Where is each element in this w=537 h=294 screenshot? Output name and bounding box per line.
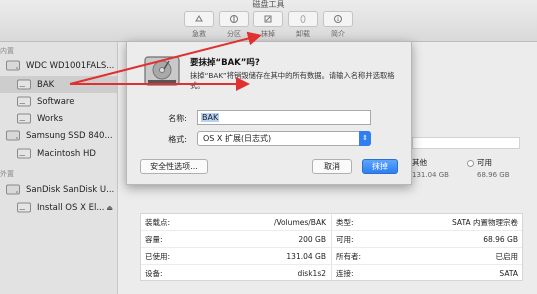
unmount-label: 卸载 [296,30,310,38]
name-field[interactable]: BAK [197,110,371,125]
info-key: 可用: [336,235,354,244]
legend-available: 可用 68.96 GB [467,157,510,179]
window-title: 磁盘工具 [252,0,285,9]
volume-icon [17,202,31,213]
hard-drive-icon [144,56,180,86]
info-label: 简介 [331,30,345,38]
info-value: 68.96 GB [483,235,518,244]
eject-icon[interactable]: ⏏ [106,204,113,212]
sidebar-item-sandisk-disk[interactable]: SanDisk SanDisk U... [0,181,117,198]
sidebar-item-software[interactable]: Software [0,93,117,110]
partition-label: 分区 [227,30,241,38]
legend-available-value: 68.96 GB [477,171,510,179]
legend-other: 其他 131.04 GB [412,157,449,179]
name-value: BAK [201,113,220,122]
info-value: /Volumes/BAK [273,218,326,227]
first-aid-button[interactable]: 急救 [184,11,214,39]
first-aid-icon [195,15,203,22]
sidebar: 内置 WDC WD1001FALS... BAK Software Works … [0,42,118,294]
first-aid-label: 急救 [192,30,206,38]
unmount-icon [300,15,306,23]
erase-label: 抹掉 [261,30,275,38]
security-options-button[interactable]: 安全性选项... [140,159,208,174]
dialog-message: 抹掉“BAK”将销毁储存在其中的所有数据。请输入名称并选取格式。 [190,71,395,90]
internal-section-header: 内置 [0,47,14,55]
chevron-updown-icon: ⇕ [359,131,371,146]
partition-button[interactable]: 分区 [219,11,249,39]
sidebar-item-label: Macintosh HD [37,148,96,159]
info-icon [334,15,342,23]
info-key: 类型: [336,218,354,227]
info-key: 连接: [336,269,354,278]
info-value: 131.04 GB [286,252,326,261]
unmount-button[interactable]: 卸载 [288,11,318,39]
legend-other-value: 131.04 GB [412,171,449,179]
erase-dialog: 要抹掉“BAK”吗? 抹掉“BAK”将销毁储存在其中的所有数据。请输入名称并选取… [126,41,412,185]
volume-icon [17,113,31,124]
erase-button[interactable]: 抹掉 [253,11,283,39]
confirm-erase-button[interactable]: 抹掉 [362,159,398,174]
info-key: 设备: [145,269,163,278]
info-button[interactable]: 简介 [323,11,353,39]
info-key: 已使用: [145,252,171,261]
info-key: 装载点: [145,218,171,227]
hard-disk-icon [6,130,20,141]
volume-icon [17,148,31,159]
usb-disk-icon [6,184,20,195]
info-value: SATA 内置物理宗卷 [452,218,518,227]
dialog-title: 要抹掉“BAK”吗? [190,58,260,68]
info-value: SATA [499,269,518,278]
format-label: 格式: [168,135,187,144]
info-value: disk1s2 [297,269,326,278]
sidebar-item-label: Software [37,96,75,107]
external-section-header: 外置 [0,170,14,178]
sidebar-item-label: WDC WD1001FALS... [26,60,115,71]
sidebar-item-label: Install OS X El... [37,202,105,213]
volume-icon [17,79,31,90]
format-select[interactable]: OS X 扩展(日志式) ⇕ [197,131,371,146]
erase-icon [264,15,272,23]
name-label: 名称: [168,114,187,123]
available-dot-icon [467,159,474,167]
info-key: 所有者: [336,252,362,261]
legend-other-label: 其他 [412,158,427,167]
sidebar-item-label: Works [37,113,63,124]
sidebar-item-label: Samsung SSD 840... [26,130,113,141]
sidebar-item-works[interactable]: Works [0,110,117,127]
volume-icon [17,96,31,107]
volume-info-table: 装载点: /Volumes/BAK 容量: 200 GB 已使用: 131.04… [140,213,523,281]
sidebar-item-samsung-disk[interactable]: Samsung SSD 840... [0,127,117,144]
info-value: 已启用 [495,252,519,261]
usage-bar [412,137,520,149]
divider [141,247,522,248]
info-value: 200 GB [298,235,326,244]
sidebar-item-macintosh-hd[interactable]: Macintosh HD [0,145,117,162]
sidebar-item-install-osx[interactable]: Install OS X El... ⏏ [0,199,117,216]
legend-available-label: 可用 [477,158,492,167]
info-key: 容量: [145,235,163,244]
sidebar-item-wdc-disk[interactable]: WDC WD1001FALS... [0,57,117,74]
toolbar: 磁盘工具 急救 分区 抹掉 卸载 简介 [0,0,537,42]
hard-disk-icon [6,60,20,71]
cancel-button[interactable]: 取消 [312,159,352,174]
sidebar-item-bak[interactable]: BAK [0,76,117,93]
partition-icon [230,15,238,23]
sidebar-item-label: SanDisk SanDisk U... [26,184,115,195]
divider [141,264,522,265]
sidebar-item-label: BAK [37,79,55,90]
format-value: OS X 扩展(日志式) [203,134,272,143]
